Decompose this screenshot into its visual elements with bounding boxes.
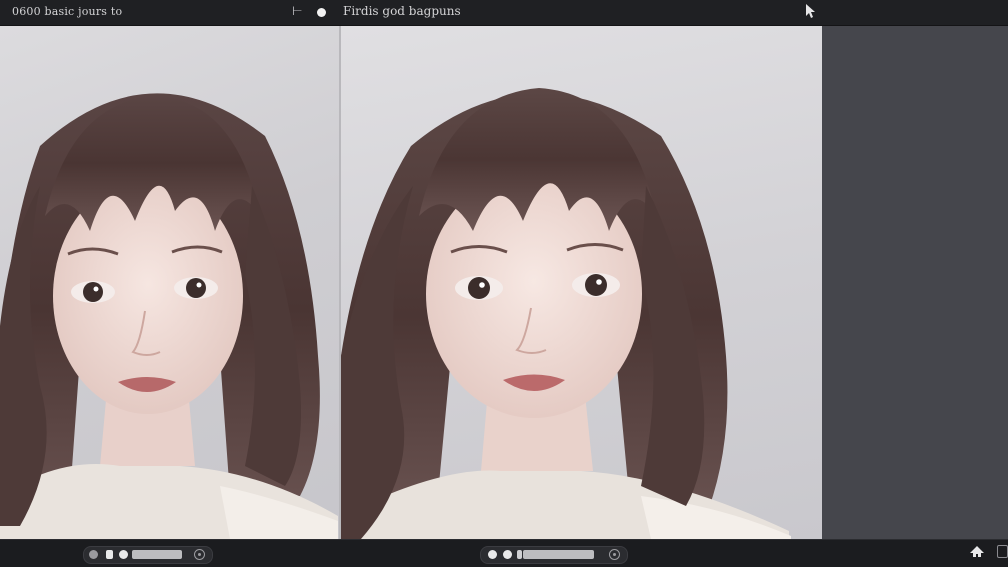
left-image-panel[interactable] xyxy=(0,26,339,539)
bottom-toolbar xyxy=(0,539,1008,567)
toggle-icon[interactable] xyxy=(89,550,98,559)
play-icon[interactable] xyxy=(488,550,497,559)
left-panel-title: 0600 basic jours to xyxy=(12,5,123,18)
settings-icon[interactable] xyxy=(194,549,205,560)
stop-icon[interactable] xyxy=(106,550,113,559)
cursor-icon[interactable] xyxy=(803,3,817,19)
right-panel-title: Firdis god bagpuns xyxy=(343,4,461,18)
home-icon[interactable] xyxy=(969,545,985,558)
portrait-image xyxy=(341,88,791,539)
play-icon[interactable] xyxy=(119,550,128,559)
right-image-panel[interactable] xyxy=(341,26,822,539)
stop-icon[interactable] xyxy=(517,550,522,559)
left-playback-controls[interactable] xyxy=(83,546,213,564)
right-playback-controls[interactable] xyxy=(480,546,628,564)
settings-icon[interactable] xyxy=(609,549,620,560)
progress-bar[interactable] xyxy=(523,550,594,559)
portrait-image xyxy=(0,93,338,539)
side-panel xyxy=(822,26,1008,539)
crop-tool-icon[interactable]: ⊢ xyxy=(292,4,304,18)
panel-icon[interactable] xyxy=(997,545,1008,558)
progress-bar[interactable] xyxy=(132,550,182,559)
app-window: 0600 basic jours to ⊢ Firdis god bagpuns xyxy=(0,0,1008,567)
play-icon[interactable] xyxy=(503,550,512,559)
record-dot-icon[interactable] xyxy=(317,8,326,17)
top-toolbar: 0600 basic jours to ⊢ Firdis god bagpuns xyxy=(0,0,1008,26)
